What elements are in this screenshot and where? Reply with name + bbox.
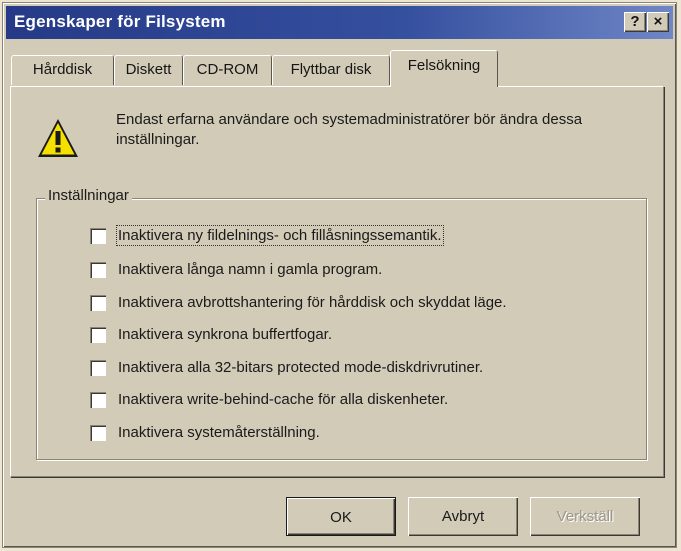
settings-group-label: Inställningar bbox=[45, 187, 132, 204]
checkbox[interactable] bbox=[90, 327, 106, 343]
checkbox[interactable] bbox=[90, 295, 106, 311]
tab-felsokning[interactable]: Felsökning bbox=[390, 50, 498, 87]
tab-flyttbar-disk[interactable]: Flyttbar disk bbox=[272, 55, 390, 85]
tab-cd-rom[interactable]: CD-ROM bbox=[183, 55, 272, 85]
tab-label: Felsökning bbox=[407, 57, 481, 74]
checkbox-label: Inaktivera ny fildelnings- och fillåsnin… bbox=[116, 225, 444, 246]
checkbox[interactable] bbox=[90, 360, 106, 376]
tab-label: Hårddisk bbox=[32, 61, 93, 78]
checkbox-label: Inaktivera alla 32-bitars protected mode… bbox=[118, 359, 484, 376]
ok-button[interactable]: OK bbox=[286, 497, 396, 536]
help-button[interactable]: ? bbox=[624, 12, 646, 32]
checkbox-label: Inaktivera långa namn i gamla program. bbox=[118, 261, 383, 278]
close-button[interactable]: × bbox=[647, 12, 669, 32]
checkbox-label: Inaktivera avbrottshantering för hårddis… bbox=[118, 294, 507, 311]
checkbox-label: Inaktivera systemåterställning. bbox=[118, 424, 320, 441]
checkbox[interactable] bbox=[90, 262, 106, 278]
apply-button[interactable]: Verkställ bbox=[530, 497, 640, 536]
warning-message: Endast erfarna användare och systemadmin… bbox=[116, 111, 583, 148]
checkbox-label: Inaktivera write-behind-cache för alla d… bbox=[118, 391, 449, 408]
checkbox[interactable] bbox=[90, 228, 106, 244]
tab-harddisk[interactable]: Hårddisk bbox=[11, 55, 114, 85]
tab-label: Flyttbar disk bbox=[290, 61, 372, 78]
cancel-button[interactable]: Avbryt bbox=[408, 497, 518, 536]
title-bar[interactable]: Egenskaper för Filsystem ? × bbox=[6, 6, 673, 39]
tab-label: Diskett bbox=[125, 61, 172, 78]
checkbox[interactable] bbox=[90, 392, 106, 408]
warning-icon bbox=[38, 119, 78, 157]
tab-label: CD-ROM bbox=[196, 61, 259, 78]
window-title: Egenskaper för Filsystem bbox=[14, 12, 226, 31]
checkbox[interactable] bbox=[90, 425, 106, 441]
checkbox-label: Inaktivera synkrona buffertfogar. bbox=[118, 326, 333, 343]
tab-diskett[interactable]: Diskett bbox=[114, 55, 183, 85]
